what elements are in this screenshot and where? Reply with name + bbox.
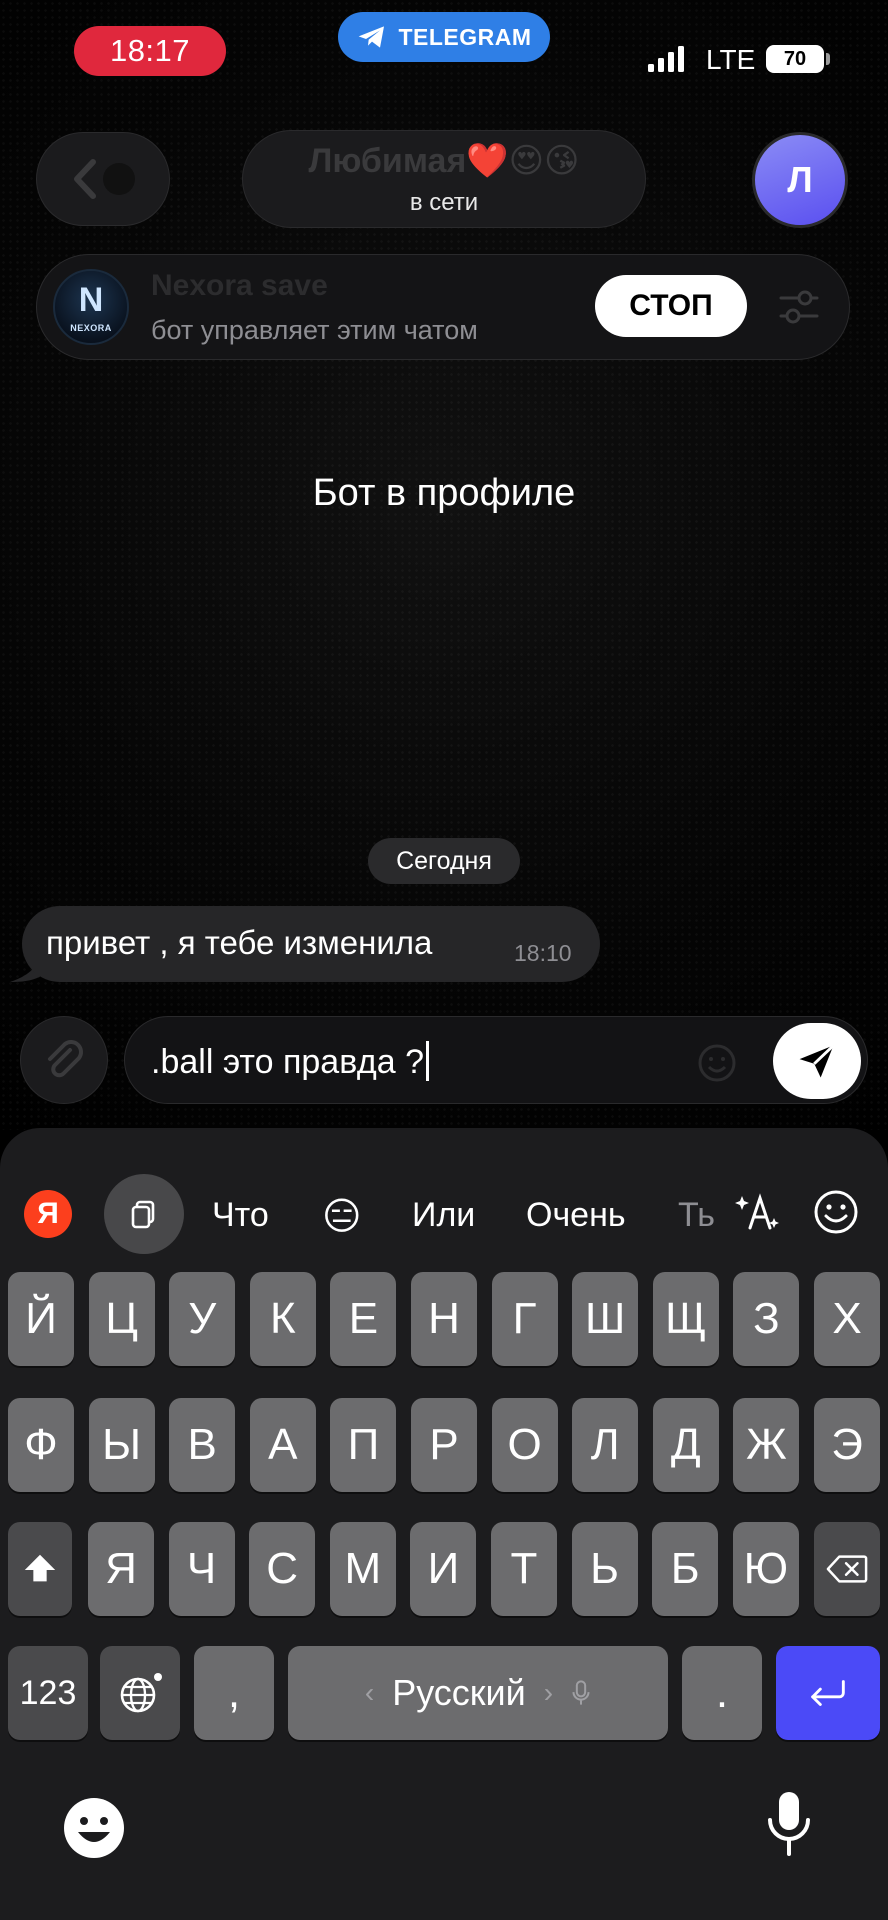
message-bubble[interactable]: привет , я тебе изменила 18:10 — [22, 906, 600, 982]
letter-key-8[interactable]: Ш — [572, 1272, 639, 1366]
suggestion-3[interactable]: Или — [412, 1196, 475, 1235]
period-key[interactable]: . — [682, 1646, 762, 1740]
bot-logo-letter: N — [78, 281, 104, 319]
battery-tip — [826, 53, 830, 65]
language-next-icon: › — [543, 1677, 554, 1708]
clipboard-icon — [131, 1200, 155, 1229]
dictation-icon[interactable] — [764, 1790, 814, 1860]
message-input[interactable]: .ball это правда ? — [124, 1016, 868, 1104]
signal-icon — [648, 46, 684, 72]
letter-key-6[interactable]: Н — [411, 1272, 477, 1366]
emoji-panel-icon[interactable] — [812, 1188, 860, 1236]
letter-key-7[interactable]: О — [491, 1398, 558, 1492]
telegram-icon — [359, 26, 385, 48]
back-button[interactable] — [36, 132, 170, 226]
chat-status: в сети — [409, 189, 479, 216]
letter-key-1[interactable]: Я — [88, 1522, 154, 1616]
paperclip-icon — [48, 1040, 83, 1078]
backspace-icon — [826, 1555, 868, 1583]
letter-key-4[interactable]: К — [249, 1272, 316, 1366]
letter-key-6[interactable]: Р — [411, 1398, 477, 1492]
chat-title: Любимая❤️😍😘 — [308, 142, 580, 180]
bot-profile-title: Бот в профиле — [312, 472, 576, 514]
letter-key-4[interactable]: А — [249, 1398, 316, 1492]
letter-key-8[interactable]: Б — [652, 1522, 719, 1616]
letter-key-2[interactable]: Ы — [88, 1398, 155, 1492]
status-time: 18:17 — [74, 26, 226, 76]
bot-name: Nexora save — [151, 269, 328, 302]
comma-key[interactable]: , — [194, 1646, 274, 1740]
letter-key-11[interactable]: Х — [814, 1272, 880, 1366]
telegram-pill[interactable]: TELEGRAM — [338, 12, 550, 62]
suggestion-5[interactable]: Ть — [678, 1196, 715, 1235]
letter-key-6[interactable]: Т — [491, 1522, 557, 1616]
bot-logo[interactable]: N NEXORA — [53, 269, 129, 345]
yandex-logo[interactable]: Я — [24, 1190, 72, 1238]
letter-key-5[interactable]: П — [330, 1398, 397, 1492]
chevron-left-icon — [74, 159, 135, 199]
letter-key-2[interactable]: Ч — [168, 1522, 235, 1616]
globe-key[interactable] — [100, 1646, 180, 1740]
message-input-value: .ball это правда ? — [151, 1043, 424, 1081]
space-key[interactable]: ‹ Русский › — [288, 1646, 668, 1740]
letter-key-9[interactable]: Щ — [652, 1272, 719, 1366]
letter-key-1[interactable]: Й — [8, 1272, 74, 1366]
bot-description: бот управляет этим чатом — [151, 315, 478, 345]
message-time: 18:10 — [514, 940, 572, 966]
bot-logo-word: NEXORA — [70, 323, 112, 333]
telegram-pill-label: TELEGRAM — [398, 23, 532, 50]
letter-key-1[interactable]: Ф — [8, 1398, 74, 1492]
letter-key-10[interactable]: З — [733, 1272, 800, 1366]
letter-key-3[interactable]: У — [169, 1272, 236, 1366]
dictation-small-icon — [572, 1680, 590, 1705]
letter-key-3[interactable]: В — [169, 1398, 236, 1492]
letter-key-5[interactable]: Е — [330, 1272, 397, 1366]
send-button[interactable] — [773, 1023, 861, 1099]
backspace-key[interactable] — [814, 1522, 880, 1616]
letter-key-2[interactable]: Ц — [88, 1272, 155, 1366]
message-input-text: .ball это правда ? — [151, 1041, 429, 1082]
sticker-icon[interactable] — [697, 1043, 737, 1083]
letter-key-10[interactable]: Ж — [733, 1398, 800, 1492]
suggestion-2[interactable]: 😑 — [322, 1194, 362, 1239]
language-label: Русский — [392, 1672, 526, 1713]
language-prev-icon: ‹ — [364, 1677, 375, 1708]
clipboard-button[interactable] — [104, 1174, 184, 1254]
avatar[interactable]: Л — [752, 132, 848, 228]
attach-button[interactable] — [20, 1016, 108, 1104]
magic-text-icon[interactable] — [734, 1188, 782, 1236]
globe-icon — [120, 1673, 162, 1713]
letter-key-3[interactable]: С — [249, 1522, 316, 1616]
message-text: привет , я тебе изменила — [46, 924, 433, 961]
space-key-label: ‹ Русский › — [365, 1672, 591, 1714]
letter-key-4[interactable]: М — [329, 1522, 396, 1616]
suggestion-4[interactable]: Очень — [526, 1196, 626, 1235]
letter-key-7[interactable]: Г — [491, 1272, 558, 1366]
letter-key-11[interactable]: Э — [814, 1398, 880, 1492]
battery-level: 70 — [766, 45, 824, 73]
letter-key-8[interactable]: Л — [572, 1398, 639, 1492]
return-key[interactable] — [776, 1646, 880, 1740]
letter-key-9[interactable]: Ю — [732, 1522, 799, 1616]
send-icon — [799, 1044, 835, 1078]
letter-key-9[interactable]: Д — [652, 1398, 719, 1492]
emoji-keyboard-icon[interactable] — [62, 1796, 126, 1860]
bot-manage-bar: N NEXORA Nexora save бот управляет этим … — [36, 254, 850, 360]
letter-key-7[interactable]: Ь — [571, 1522, 638, 1616]
date-separator: Сегодня — [368, 838, 520, 884]
shift-key[interactable] — [8, 1522, 72, 1616]
letter-key-5[interactable]: И — [410, 1522, 477, 1616]
return-icon — [811, 1680, 845, 1706]
stop-bot-button[interactable]: СТОП — [595, 275, 747, 337]
text-caret — [425, 1041, 429, 1081]
suggestion-1[interactable]: Что — [212, 1196, 269, 1235]
network-type: LTE — [706, 44, 756, 75]
numbers-key[interactable]: 123 — [8, 1646, 88, 1740]
chat-title-pill[interactable]: Любимая❤️😍😘 в сети — [242, 130, 646, 228]
shift-icon — [24, 1554, 56, 1582]
sliders-icon[interactable] — [777, 285, 821, 329]
